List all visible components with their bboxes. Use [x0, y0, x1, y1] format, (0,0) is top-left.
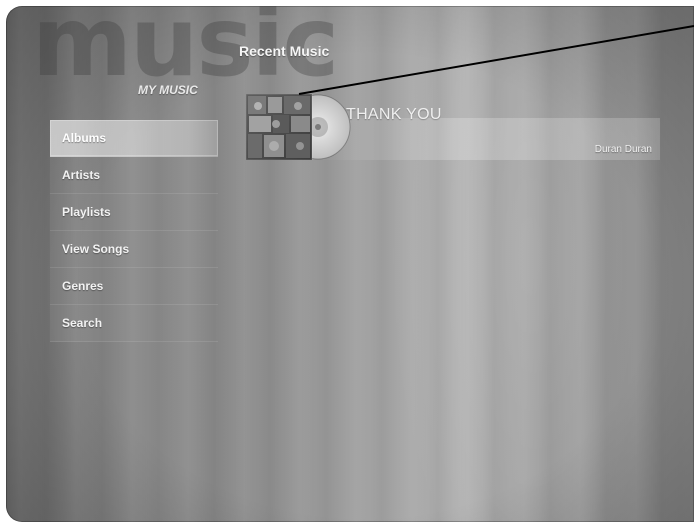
sidebar-menu: Albums Artists Playlists View Songs Genr… — [50, 120, 218, 342]
sidebar-item-label: View Songs — [62, 242, 130, 256]
section-label: MY MUSIC — [138, 83, 198, 97]
sidebar-item-playlists[interactable]: Playlists — [50, 194, 218, 231]
sidebar-item-search[interactable]: Search — [50, 305, 218, 342]
recent-music-title: Recent Music — [239, 43, 330, 59]
recent-album-item[interactable]: THANK YOU Duran Duran — [246, 94, 660, 160]
sidebar-item-artists[interactable]: Artists — [50, 157, 218, 194]
sidebar-item-albums[interactable]: Albums — [50, 120, 218, 157]
sidebar-item-label: Search — [62, 316, 103, 330]
sidebar-item-label: Albums — [62, 131, 107, 145]
media-center-screen: music MY MUSIC Albums Artists Playlists … — [6, 6, 694, 522]
album-artist: Duran Duran — [594, 144, 652, 155]
sidebar-item-label: Genres — [62, 279, 104, 293]
album-cover-icon — [246, 94, 351, 160]
album-title: THANK YOU — [346, 106, 442, 123]
sidebar-item-genres[interactable]: Genres — [50, 268, 218, 305]
sidebar-item-label: Artists — [62, 168, 101, 182]
sidebar-item-label: Playlists — [62, 205, 111, 219]
sidebar-item-view-songs[interactable]: View Songs — [50, 231, 218, 268]
